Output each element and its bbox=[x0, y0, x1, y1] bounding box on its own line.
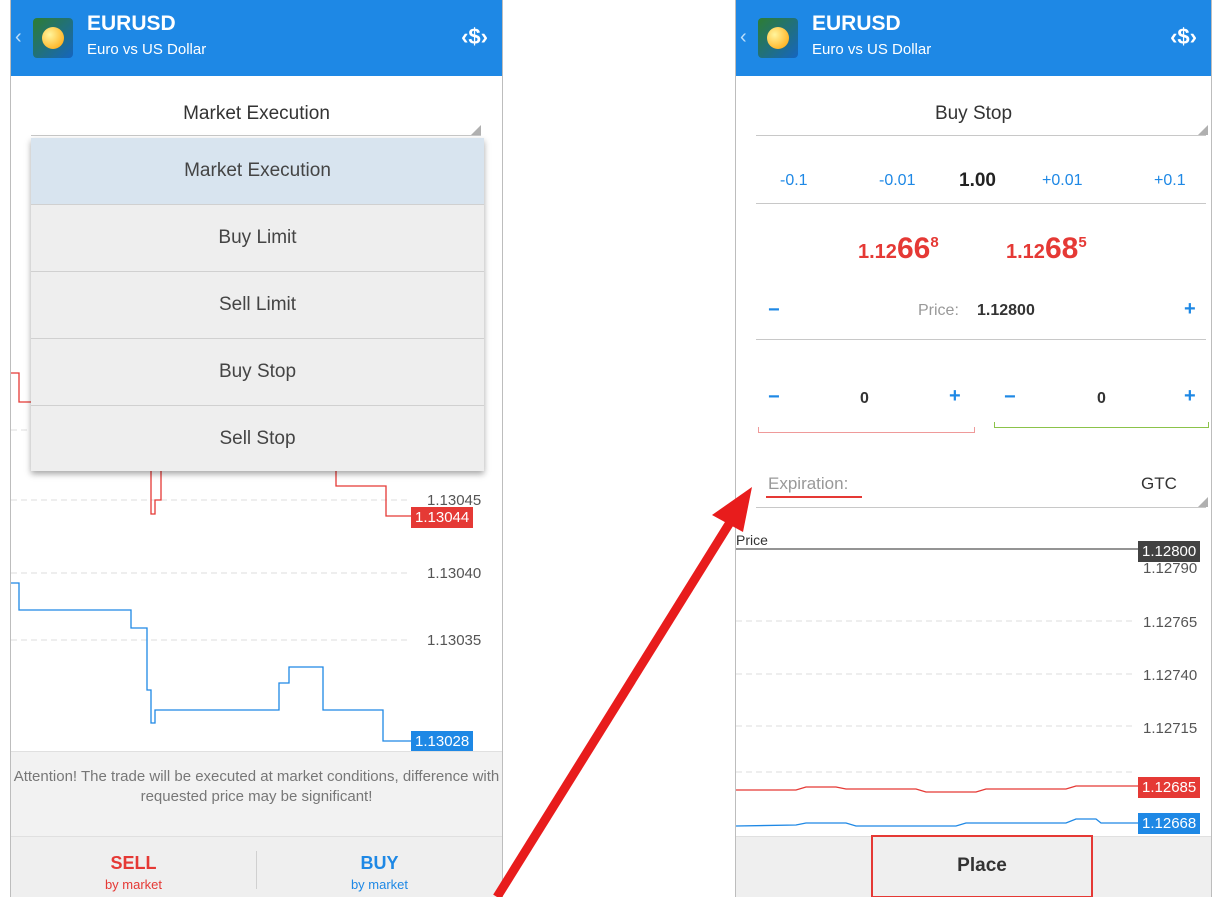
annotation-arrow bbox=[493, 487, 752, 897]
arrow-shaft bbox=[493, 513, 738, 897]
arrow-head bbox=[712, 487, 752, 532]
